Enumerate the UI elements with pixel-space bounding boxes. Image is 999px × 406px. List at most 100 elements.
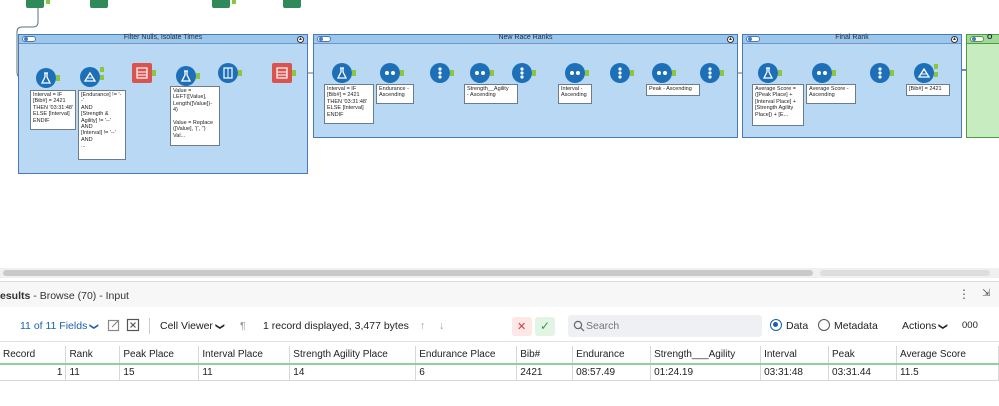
container-title: Filter Nulls, Isolate Times bbox=[123, 34, 203, 41]
table-cell[interactable]: 03:31:48 bbox=[760, 364, 830, 381]
pilcrow-icon[interactable]: ¶ bbox=[240, 320, 246, 332]
container-header[interactable]: New Race Ranks ▲ bbox=[314, 34, 737, 44]
select-tool-icon[interactable] bbox=[272, 63, 292, 83]
table-cell[interactable]: 1 bbox=[0, 364, 67, 381]
column-header[interactable]: Strength___Agility bbox=[650, 346, 762, 365]
table-cell[interactable]: 11 bbox=[198, 364, 291, 381]
table-cell[interactable]: 6 bbox=[415, 364, 518, 381]
workflow-canvas[interactable]: Filter Nulls, Isolate Times ▲ New Race R… bbox=[0, 0, 999, 268]
formula-tool-icon[interactable] bbox=[36, 68, 56, 88]
tool-annotation: Average Score = ([Peak Place] + [Interva… bbox=[752, 84, 804, 126]
output-anchor-icon bbox=[585, 70, 589, 76]
table-cell[interactable]: 2421 bbox=[516, 364, 574, 381]
column-header[interactable]: Average Score bbox=[896, 346, 999, 365]
true-anchor-icon bbox=[934, 64, 938, 69]
column-header[interactable]: Endurance Place bbox=[415, 346, 518, 365]
collapse-icon[interactable]: ▲ bbox=[297, 36, 304, 43]
tool-annotation: Value = LEFT([Value], Length([Value])- 4… bbox=[170, 86, 220, 146]
search-input[interactable] bbox=[586, 318, 756, 334]
table-cell[interactable]: 14 bbox=[289, 364, 417, 381]
column-header[interactable]: Peak Place bbox=[119, 346, 200, 365]
multi-row-formula-tool-icon[interactable] bbox=[565, 63, 585, 83]
table-cell[interactable]: 15 bbox=[119, 364, 200, 381]
container-header[interactable]: Final Rank ▲ bbox=[743, 34, 961, 44]
container-toggle[interactable] bbox=[970, 36, 984, 42]
chevron-down-icon: ❯ bbox=[938, 322, 949, 331]
metadata-radio[interactable] bbox=[818, 319, 830, 331]
table-cell[interactable]: 11 bbox=[65, 364, 121, 381]
column-header[interactable]: Interval Place bbox=[198, 346, 291, 365]
more-button[interactable]: 000 bbox=[962, 320, 978, 331]
edit-field-icon[interactable] bbox=[107, 318, 121, 332]
select-tool-icon[interactable] bbox=[132, 63, 152, 83]
table-cell[interactable]: 01:24.19 bbox=[650, 364, 762, 381]
tool-annotation: [Bib#] = 2421 bbox=[906, 84, 950, 96]
arrow-down-icon[interactable]: ↓ bbox=[439, 320, 444, 332]
browse-tool-icon[interactable] bbox=[90, 0, 108, 8]
sort-tool-icon[interactable] bbox=[430, 63, 450, 83]
results-grid: Record Rank Peak Place Interval Place St… bbox=[0, 346, 999, 406]
formula-tool-icon[interactable] bbox=[758, 63, 778, 83]
column-header[interactable]: Strength Agility Place bbox=[289, 346, 417, 365]
cell-viewer-dropdown[interactable]: Cell Viewer ❯ bbox=[160, 320, 225, 332]
multi-row-formula-tool-icon[interactable] bbox=[380, 63, 400, 83]
collapse-icon[interactable]: ▲ bbox=[951, 36, 958, 43]
container-title: Final Rank bbox=[835, 34, 869, 41]
container-output[interactable]: O bbox=[966, 34, 999, 138]
filter-tool-icon[interactable] bbox=[914, 63, 934, 83]
column-header[interactable]: Interval bbox=[760, 346, 830, 365]
filter-tool-icon[interactable] bbox=[80, 67, 100, 87]
container-header[interactable]: O bbox=[967, 34, 999, 44]
formula-tool-icon[interactable] bbox=[176, 66, 196, 86]
output-anchor-icon bbox=[672, 70, 676, 76]
input-data-tool-icon[interactable] bbox=[26, 0, 44, 8]
cell-viewer-label: Cell Viewer bbox=[160, 320, 213, 332]
arrow-up-icon[interactable]: ↑ bbox=[420, 320, 425, 332]
data-radio[interactable] bbox=[770, 319, 782, 331]
output-anchor-icon bbox=[292, 70, 296, 76]
container-header[interactable]: Filter Nulls, Isolate Times ▲ bbox=[19, 34, 307, 44]
clear-icon[interactable] bbox=[126, 318, 140, 332]
dock-icon[interactable]: ⇲ bbox=[982, 288, 990, 299]
column-header[interactable]: Peak bbox=[828, 346, 897, 365]
multi-row-formula-tool-icon[interactable] bbox=[470, 63, 490, 83]
sort-tool-icon[interactable] bbox=[870, 63, 890, 83]
results-title-rest: - Browse (70) - Input bbox=[30, 290, 129, 302]
canvas-horizontal-scrollbar[interactable] bbox=[0, 268, 999, 278]
sort-tool-icon[interactable] bbox=[700, 63, 720, 83]
browse-tool-icon[interactable] bbox=[283, 0, 301, 8]
results-title: esults - Browse (70) - Input bbox=[0, 290, 129, 302]
search-box[interactable] bbox=[568, 315, 762, 337]
sort-tool-icon[interactable] bbox=[610, 63, 630, 83]
table-cell[interactable]: 11.5 bbox=[896, 364, 999, 381]
column-header[interactable]: Endurance bbox=[572, 346, 652, 365]
sort-tool-icon[interactable] bbox=[512, 63, 532, 83]
text-to-columns-tool-icon[interactable] bbox=[218, 63, 238, 83]
formula-tool-icon[interactable] bbox=[332, 63, 352, 83]
column-header[interactable]: Rank bbox=[65, 346, 121, 365]
collapse-icon[interactable]: ▲ bbox=[727, 36, 734, 43]
multi-row-formula-tool-icon[interactable] bbox=[812, 63, 832, 83]
input-data-tool-icon[interactable] bbox=[212, 0, 230, 8]
column-header[interactable]: Bib# bbox=[516, 346, 574, 365]
multi-row-formula-tool-icon[interactable] bbox=[652, 63, 672, 83]
table-cell[interactable]: 08:57.49 bbox=[572, 364, 652, 381]
table-row[interactable]: 1 11 15 11 14 6 2421 08:57.49 01:24.19 0… bbox=[0, 364, 999, 381]
confirm-button[interactable]: ✓ bbox=[535, 317, 555, 336]
output-anchor-icon bbox=[490, 70, 494, 76]
metadata-radio-label[interactable]: Metadata bbox=[834, 320, 878, 332]
false-anchor-icon bbox=[100, 75, 104, 80]
output-anchor-icon bbox=[352, 70, 356, 76]
column-header[interactable]: Record bbox=[0, 346, 67, 365]
tool-annotation: Interval = IF [Bib#] = 2421 THEN '03:31:… bbox=[30, 90, 76, 130]
scrollbar-thumb[interactable] bbox=[3, 270, 813, 276]
actions-dropdown[interactable]: Actions ❯ bbox=[902, 320, 949, 332]
output-anchor-icon bbox=[56, 75, 60, 81]
fields-selector[interactable]: 11 of 11 Fields ❯ bbox=[20, 320, 100, 332]
container-title: New Race Ranks bbox=[498, 34, 553, 41]
cancel-button[interactable]: ✕ bbox=[512, 317, 532, 336]
more-options-icon[interactable]: ⋮ bbox=[958, 287, 970, 301]
table-cell[interactable]: 03:31.44 bbox=[828, 364, 897, 381]
fields-label: 11 of 11 Fields bbox=[20, 320, 88, 332]
data-radio-label[interactable]: Data bbox=[786, 320, 808, 332]
